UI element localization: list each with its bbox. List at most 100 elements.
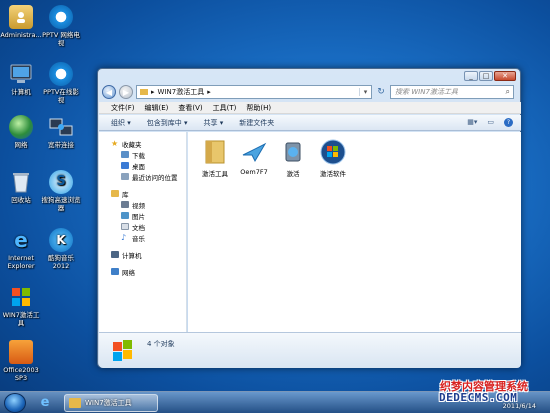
menu-tools[interactable]: 工具(T) xyxy=(213,103,237,113)
address-path[interactable]: WIN7激活工具 xyxy=(158,87,205,97)
file-item-activation-tool[interactable]: 激活工具 xyxy=(196,138,234,178)
office-icon xyxy=(9,340,33,364)
nav-libraries[interactable]: 库 xyxy=(99,188,186,199)
desktop-icon-label: Office2003 SP3 xyxy=(3,366,39,382)
desktop-icon-label: 网络 xyxy=(14,141,28,149)
item-count: 4 个对象 xyxy=(147,340,175,348)
music-icon: ♪ xyxy=(121,233,127,242)
nav-videos[interactable]: 视频 xyxy=(99,199,186,210)
desktop-icon-label: 酷狗音乐2012 xyxy=(48,254,74,270)
file-list: 激活工具 Oem7F7 激活 激活软件 xyxy=(188,132,521,332)
desktop-icon-label: 回收站 xyxy=(11,196,31,204)
address-root-arrow[interactable]: ▸ xyxy=(151,88,155,96)
desktop-icon-network[interactable]: 网络 xyxy=(0,115,42,149)
network-icon xyxy=(111,268,119,275)
nav-recent[interactable]: 最近访问的位置 xyxy=(99,171,186,182)
desktop-icon-label: 计算机 xyxy=(11,88,31,96)
ie-taskbar-icon[interactable]: e xyxy=(36,395,54,411)
file-name: 激活工具 xyxy=(202,170,228,178)
start-button[interactable] xyxy=(4,393,26,413)
desktop-icon-label: 宽带连接 xyxy=(48,141,74,149)
download-icon xyxy=(121,151,129,158)
chevron-down-icon[interactable]: ▾ xyxy=(359,88,371,96)
desktop-icon-label: 搜狗高速浏览器 xyxy=(41,196,81,212)
nav-label: 文档 xyxy=(132,223,145,232)
nav-downloads[interactable]: 下载 xyxy=(99,149,186,160)
view-options-icon[interactable]: ▦▾ xyxy=(467,118,477,127)
nav-label: 桌面 xyxy=(132,162,145,171)
computer-icon xyxy=(111,251,119,258)
preview-pane-icon[interactable]: ▭ xyxy=(487,118,494,127)
refresh-button[interactable]: ↻ xyxy=(375,85,387,99)
search-icon[interactable]: ⌕ xyxy=(506,87,510,97)
file-item-activate[interactable]: 激活 xyxy=(274,138,312,178)
file-item-activation-software[interactable]: 激活软件 xyxy=(314,138,352,178)
desktop-icon-ie[interactable]: e Internet Explorer xyxy=(0,228,42,270)
desktop-icon-label: WIN7激活工具 xyxy=(2,311,40,327)
command-bar: 组织 ▾ 包含到库中 ▾ 共享 ▾ 新建文件夹 ▦▾ ▭ ? xyxy=(99,115,521,131)
desktop-icon-sogou[interactable]: S 搜狗高速浏览器 xyxy=(40,170,82,212)
close-button[interactable]: ✕ xyxy=(494,71,516,81)
network-icon xyxy=(9,115,33,139)
help-icon[interactable]: ? xyxy=(504,118,513,127)
desktop-icon-label: Administra... xyxy=(0,31,42,39)
menu-edit[interactable]: 编辑(E) xyxy=(145,103,169,113)
nav-favorites[interactable]: ★ 收藏夹 xyxy=(99,138,186,149)
folder-icon xyxy=(69,398,81,408)
desktop-icon-kugou[interactable]: K 酷狗音乐2012 xyxy=(40,228,82,270)
search-placeholder: 搜索 WIN7激活工具 xyxy=(395,88,458,96)
minimize-button[interactable]: _ xyxy=(464,71,478,81)
desktop-icon-broadband[interactable]: 宽带连接 xyxy=(40,115,82,149)
desktop-icon-office[interactable]: Office2003 SP3 xyxy=(0,340,42,382)
nav-pictures[interactable]: 图片 xyxy=(99,210,186,221)
desktop-icon-recycle-bin[interactable]: 回收站 xyxy=(0,170,42,204)
pptv-icon xyxy=(49,5,73,29)
desktop-icon-pptv[interactable]: PPTV 网络电视 xyxy=(40,5,82,47)
address-trail-arrow[interactable]: ▸ xyxy=(207,88,211,96)
search-input[interactable]: 搜索 WIN7激活工具 ⌕ xyxy=(390,85,514,99)
file-name: 激活软件 xyxy=(320,170,346,178)
folder-icon xyxy=(140,89,148,95)
desktop-icon-label: PPTV 网络电视 xyxy=(42,31,80,47)
nav-computer[interactable]: 计算机 xyxy=(99,249,186,260)
nav-label: 网络 xyxy=(122,268,135,277)
file-name: Oem7F7 xyxy=(240,168,268,176)
forward-button[interactable]: ▶ xyxy=(119,85,133,99)
nav-label: 库 xyxy=(122,190,129,199)
address-bar[interactable]: ▸ WIN7激活工具 ▸ ▾ xyxy=(136,85,372,99)
organize-button[interactable]: 组织 ▾ xyxy=(111,118,131,128)
include-in-library-button[interactable]: 包含到库中 ▾ xyxy=(147,118,188,128)
explorer-window: _ □ ✕ ◀ ▶ ▸ WIN7激活工具 ▸ ▾ ↻ 搜索 WIN7激活工具 ⌕… xyxy=(97,68,521,368)
nav-label: 视频 xyxy=(132,201,145,210)
share-button[interactable]: 共享 ▾ xyxy=(204,118,224,128)
menu-file[interactable]: 文件(F) xyxy=(111,103,135,113)
desktop-icon-pptv-online[interactable]: PPTV在线影视 xyxy=(40,62,82,104)
broadband-icon xyxy=(49,115,73,139)
desktop-icon-label: Internet Explorer xyxy=(7,254,35,270)
nav-desktop[interactable]: 桌面 xyxy=(99,160,186,171)
taskbar-task-explorer[interactable]: WIN7激活工具 xyxy=(64,394,158,412)
oem-plane-icon xyxy=(240,138,268,166)
nav-documents[interactable]: 文档 xyxy=(99,221,186,232)
desktop-icon-label: PPTV在线影视 xyxy=(43,88,79,104)
folder-icon xyxy=(201,138,229,166)
desktop-icon-administrator[interactable]: Administra... xyxy=(0,5,42,39)
task-label: WIN7激活工具 xyxy=(85,399,132,407)
nav-label: 图片 xyxy=(132,212,145,221)
menu-bar: 文件(F) 编辑(E) 查看(V) 工具(T) 帮助(H) xyxy=(99,102,521,114)
nav-label: 计算机 xyxy=(122,251,142,260)
navigation-bar: ◀ ▶ ▸ WIN7激活工具 ▸ ▾ ↻ 搜索 WIN7激活工具 ⌕ xyxy=(102,83,516,101)
desktop-icon-win7-activator[interactable]: WIN7激活工具 xyxy=(0,285,42,327)
nav-music[interactable]: ♪ 音乐 xyxy=(99,232,186,243)
file-item-oem7f7[interactable]: Oem7F7 xyxy=(235,138,273,176)
nav-network[interactable]: 网络 xyxy=(99,266,186,277)
menu-help[interactable]: 帮助(H) xyxy=(246,103,271,113)
back-button[interactable]: ◀ xyxy=(102,85,116,99)
maximize-button[interactable]: □ xyxy=(479,71,493,81)
new-folder-button[interactable]: 新建文件夹 xyxy=(239,118,274,128)
library-icon xyxy=(111,190,119,197)
menu-view[interactable]: 查看(V) xyxy=(178,103,202,113)
pptv-online-icon xyxy=(49,62,73,86)
desktop-icon xyxy=(121,162,129,169)
desktop-icon-computer[interactable]: 计算机 xyxy=(0,62,42,96)
